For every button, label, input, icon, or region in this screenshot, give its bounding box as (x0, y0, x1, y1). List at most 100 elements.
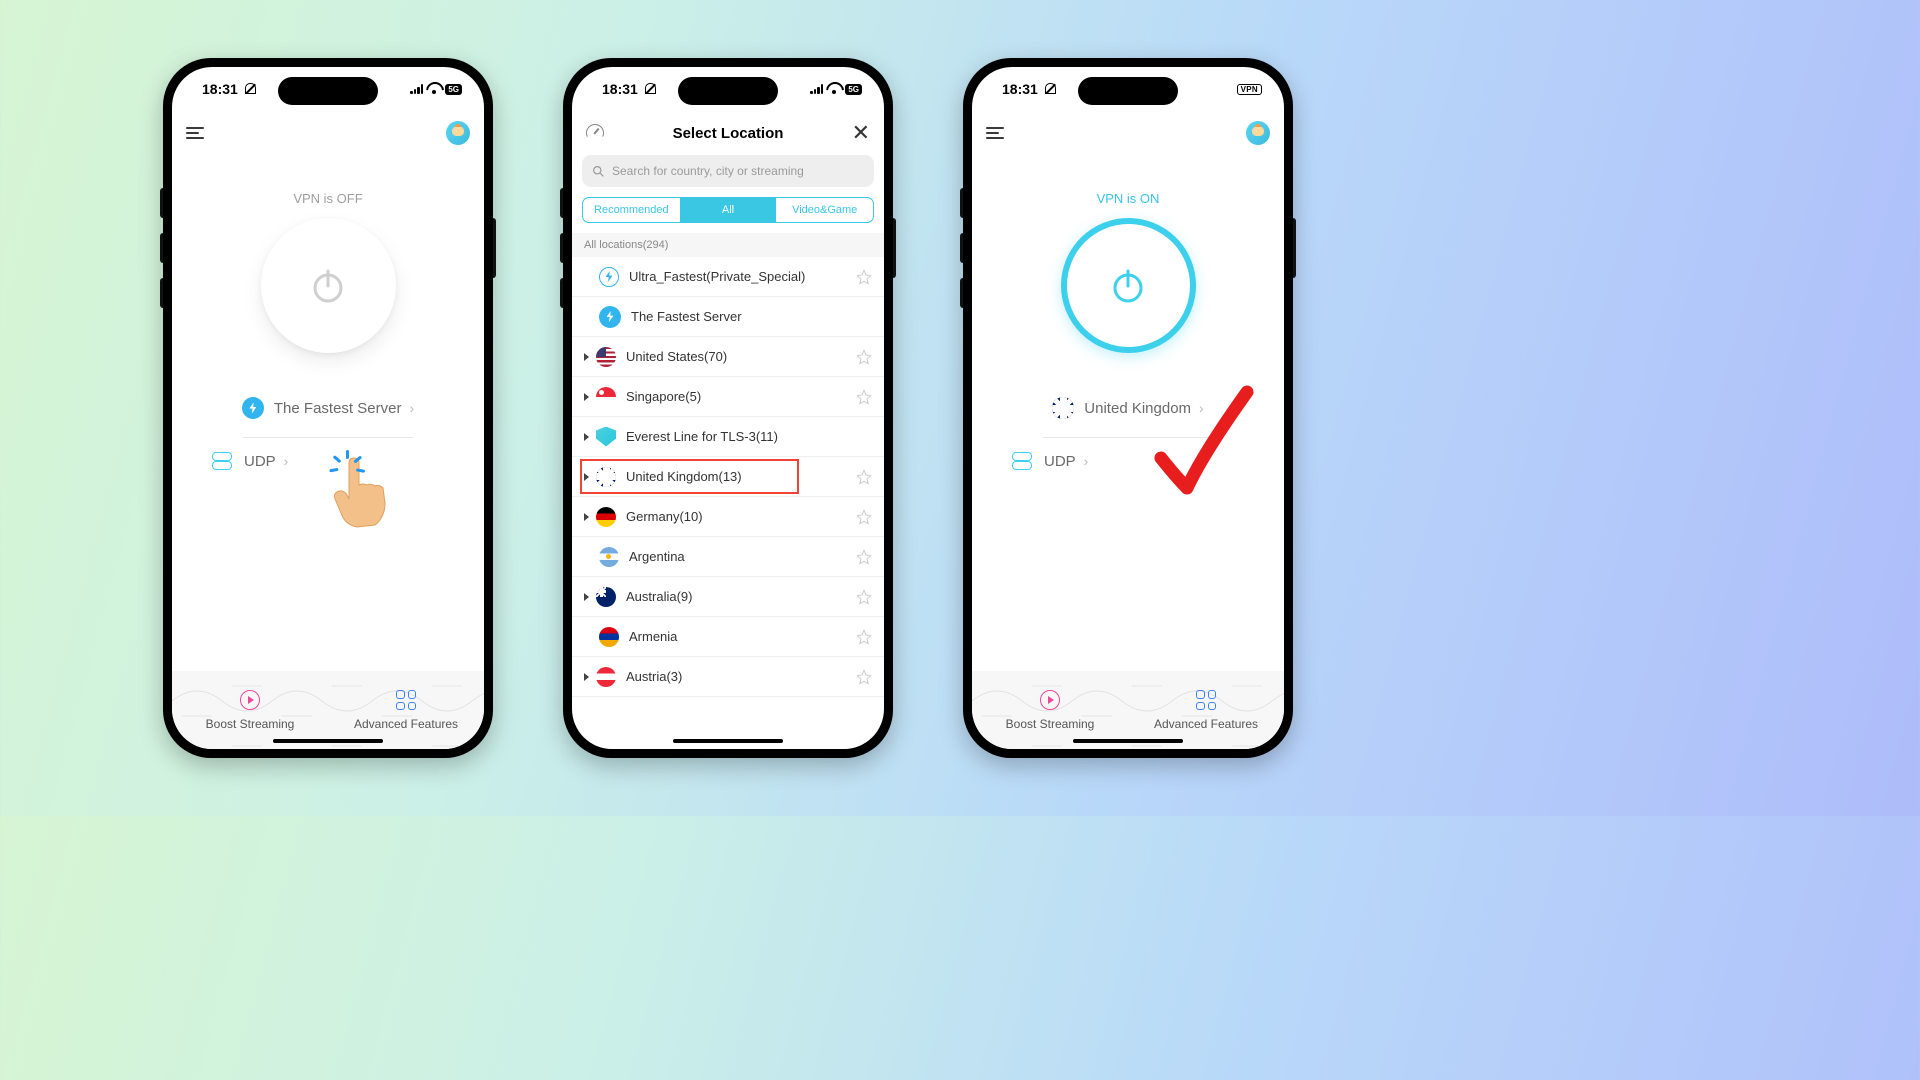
server-label: The Fastest Server (274, 400, 402, 417)
page-title: Select Location (673, 125, 784, 142)
tab-all[interactable]: All (680, 198, 777, 222)
flag-icon (596, 387, 616, 407)
location-name: Argentina (629, 549, 846, 564)
location-row[interactable]: United States(70) (572, 337, 884, 377)
divider (243, 437, 413, 438)
location-name: United Kingdom(13) (626, 469, 846, 484)
favorite-star-icon[interactable] (856, 389, 872, 405)
favorite-star-icon[interactable] (856, 549, 872, 565)
app-header (172, 111, 484, 155)
location-header: Select Location ✕ (572, 111, 884, 155)
location-row[interactable]: Argentina (572, 537, 884, 577)
boost-label: Boost Streaming (1006, 717, 1095, 731)
dynamic-island (1078, 77, 1178, 105)
tab-video-game[interactable]: Video&Game (776, 198, 873, 222)
expand-caret-icon (584, 393, 589, 401)
screen-2: 18:31 5G Select Location ✕ Search for co… (572, 67, 884, 749)
power-button[interactable] (261, 218, 396, 353)
grid-icon (1196, 690, 1216, 710)
bolt-icon (242, 397, 264, 419)
protocol-row[interactable]: UDP › (212, 452, 288, 470)
tap-hint-overlay (327, 455, 402, 540)
location-row[interactable]: Germany(10) (572, 497, 884, 537)
chevron-right-icon: › (409, 400, 414, 416)
search-icon (592, 165, 605, 178)
wifi-icon (827, 84, 841, 94)
location-name: The Fastest Server (631, 309, 872, 324)
location-row[interactable]: Australia(9) (572, 577, 884, 617)
favorite-star-icon[interactable] (856, 589, 872, 605)
expand-caret-icon (584, 593, 589, 601)
chevron-right-icon: › (1199, 400, 1204, 416)
advanced-features-tab[interactable]: Advanced Features (328, 671, 484, 749)
chevron-right-icon: › (1084, 453, 1089, 469)
advanced-label: Advanced Features (354, 717, 458, 731)
location-list[interactable]: Ultra_Fastest(Private_Special) The Fastes… (572, 257, 884, 749)
advanced-features-tab[interactable]: Advanced Features (1128, 671, 1284, 749)
flag-icon (599, 547, 619, 567)
screen-1: 18:31 5G VPN is OFF The Fastest Server › (172, 67, 484, 749)
menu-button[interactable] (986, 127, 1004, 139)
cellular-icon (410, 84, 423, 94)
search-input[interactable]: Search for country, city or streaming (582, 155, 874, 187)
boost-streaming-tab[interactable]: Boost Streaming (972, 671, 1128, 749)
location-row[interactable]: Austria(3) (572, 657, 884, 697)
vpn-status-label: VPN is ON (1097, 191, 1160, 206)
expand-caret-icon (584, 353, 589, 361)
menu-button[interactable] (186, 127, 204, 139)
server-label: United Kingdom (1084, 400, 1191, 417)
location-name: Germany(10) (626, 509, 846, 524)
bolt-icon (599, 306, 621, 328)
dnd-icon (1044, 83, 1057, 96)
home-indicator[interactable] (273, 739, 383, 743)
favorite-star-icon[interactable] (856, 349, 872, 365)
wifi-icon (427, 84, 441, 94)
flag-icon (596, 667, 616, 687)
favorite-star-icon[interactable] (856, 469, 872, 485)
server-select-row[interactable]: United Kingdom › (1052, 393, 1203, 423)
advanced-label: Advanced Features (1154, 717, 1258, 731)
main-content: VPN is OFF The Fastest Server › UDP › (172, 155, 484, 671)
expand-caret-icon (584, 473, 589, 481)
bottom-tabs: Boost Streaming Advanced Features (172, 671, 484, 749)
home-indicator[interactable] (1073, 739, 1183, 743)
screen-3: 18:31 VPN VPN is ON United Kingdom › (972, 67, 1284, 749)
phone-frame-1: 18:31 5G VPN is OFF The Fastest Server › (163, 58, 493, 758)
location-row[interactable]: Armenia (572, 617, 884, 657)
location-name: Austria(3) (626, 669, 846, 684)
location-row[interactable]: Ultra_Fastest(Private_Special) (572, 257, 884, 297)
location-row[interactable]: United Kingdom(13) (572, 457, 884, 497)
flag-icon (596, 427, 616, 447)
flag-uk-icon (1052, 397, 1074, 419)
location-row[interactable]: Everest Line for TLS-3(11) (572, 417, 884, 457)
network-badge: 5G (845, 84, 862, 95)
cellular-icon (810, 84, 823, 94)
home-indicator[interactable] (673, 739, 783, 743)
power-button[interactable] (1061, 218, 1196, 353)
favorite-star-icon[interactable] (856, 509, 872, 525)
main-content: VPN is ON United Kingdom › UDP › (972, 155, 1284, 671)
favorite-star-icon[interactable] (856, 269, 872, 285)
avatar-button[interactable] (446, 121, 470, 145)
close-button[interactable]: ✕ (852, 120, 870, 146)
location-row[interactable]: Singapore(5) (572, 377, 884, 417)
favorite-star-icon[interactable] (856, 629, 872, 645)
location-name: Everest Line for TLS-3(11) (626, 429, 872, 444)
protocol-label: UDP (244, 453, 276, 470)
status-time: 18:31 (202, 81, 238, 97)
avatar-button[interactable] (1246, 121, 1270, 145)
protocol-icon (212, 452, 234, 470)
boost-label: Boost Streaming (206, 717, 295, 731)
boost-streaming-tab[interactable]: Boost Streaming (172, 671, 328, 749)
location-tabs: Recommended All Video&Game (582, 197, 874, 223)
favorite-star-icon[interactable] (856, 669, 872, 685)
server-select-row[interactable]: The Fastest Server › (242, 393, 414, 423)
tab-recommended[interactable]: Recommended (583, 198, 680, 222)
phone-frame-2: 18:31 5G Select Location ✕ Search for co… (563, 58, 893, 758)
location-row[interactable]: The Fastest Server (572, 297, 884, 337)
play-icon (1040, 690, 1060, 710)
phone-frame-3: 18:31 VPN VPN is ON United Kingdom › (963, 58, 1293, 758)
protocol-row[interactable]: UDP › (1012, 452, 1088, 470)
dnd-icon (244, 83, 257, 96)
speed-test-button[interactable] (586, 124, 604, 142)
